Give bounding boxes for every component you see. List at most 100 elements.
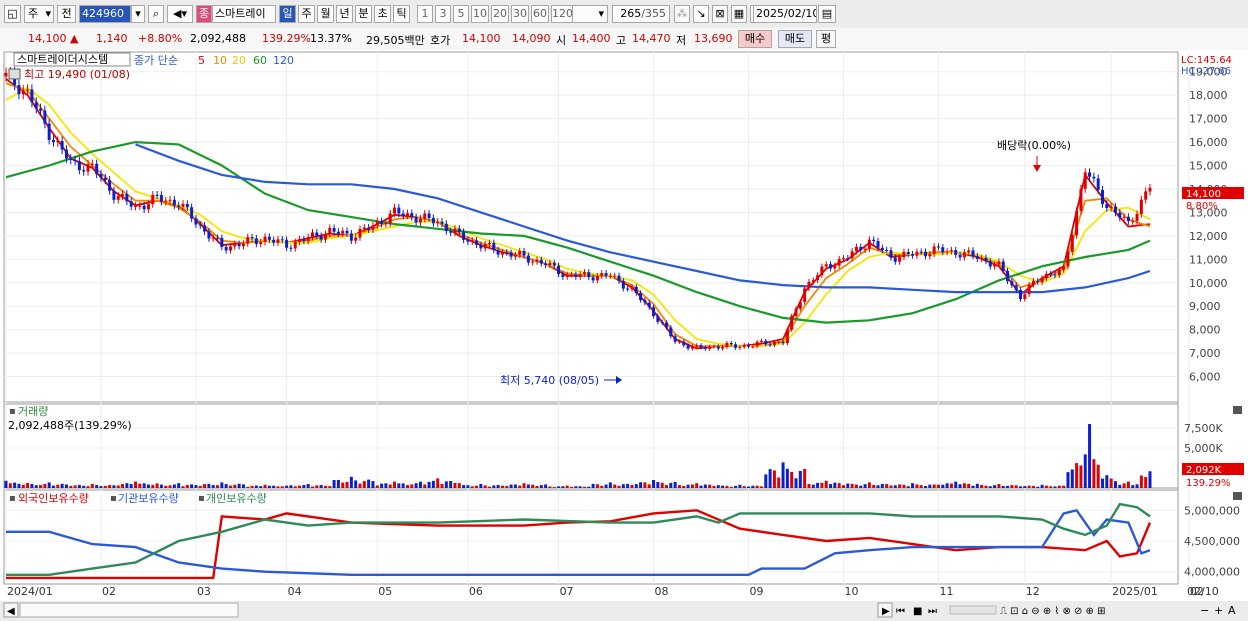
candle-body xyxy=(1131,220,1135,222)
volume-bar xyxy=(1148,471,1152,488)
zoom-icon[interactable]: ↘ xyxy=(693,5,709,23)
volume-bar xyxy=(984,485,988,488)
search-icon[interactable]: ⌕ xyxy=(148,5,164,23)
period-number-button-3[interactable]: 10 xyxy=(471,5,489,23)
candle-body xyxy=(246,237,250,244)
calendar-icon[interactable]: ▤ xyxy=(818,5,836,23)
candle-body xyxy=(362,227,366,230)
volume-bar xyxy=(73,485,77,488)
interval-button-6[interactable]: 틱 xyxy=(393,5,410,23)
volume-bar xyxy=(367,479,371,488)
volume-bar xyxy=(911,483,915,488)
volume-bar xyxy=(669,482,673,488)
volume-bar xyxy=(993,485,997,488)
candle-body xyxy=(889,250,893,258)
market-select[interactable]: 주 ▾ xyxy=(24,5,54,23)
buy-button[interactable]: 매수 xyxy=(738,30,772,48)
candle-body xyxy=(423,213,427,219)
volume-bar xyxy=(315,485,319,488)
volume-bar xyxy=(1135,484,1139,488)
candle-body xyxy=(375,221,379,226)
legend-individual: 개인보유수량 xyxy=(206,492,267,505)
speaker-icon[interactable]: ◀▾ xyxy=(167,5,193,23)
chart-area[interactable]: 19,00018,00017,00016,00015,00014,00013,0… xyxy=(0,50,1248,621)
candle-body xyxy=(876,241,880,248)
period-number-button-0[interactable]: 1 xyxy=(417,5,433,23)
time-axis-label: 03 xyxy=(197,585,211,598)
candle-body xyxy=(829,264,833,269)
volume-bar xyxy=(345,481,349,488)
candle-body xyxy=(587,272,591,278)
zoom-in-icon: + xyxy=(1214,604,1223,617)
volume-bar xyxy=(591,483,595,488)
candle-body xyxy=(755,341,759,347)
volume-bar xyxy=(479,484,483,488)
candle-body xyxy=(1014,285,1018,291)
candle-body xyxy=(919,251,923,253)
interval-button-2[interactable]: 월 xyxy=(317,5,334,23)
candle-body xyxy=(289,247,293,249)
candle-body xyxy=(483,244,487,249)
volume-bar xyxy=(1018,486,1022,488)
sell-button[interactable]: 매도 xyxy=(778,30,812,48)
scroll-lock-icon[interactable]: ⁂ xyxy=(674,5,690,23)
candle-body xyxy=(466,239,470,242)
volume-bar xyxy=(108,485,112,488)
volume-bar xyxy=(859,485,863,488)
volume-bar xyxy=(272,485,276,488)
interval-button-1[interactable]: 주 xyxy=(298,5,315,23)
candle-body xyxy=(552,262,556,266)
candle-body xyxy=(656,316,660,322)
stock-code-input[interactable]: 424960 xyxy=(79,5,131,23)
time-axis-label: 02 xyxy=(102,585,116,598)
period-number-button-7[interactable]: 120 xyxy=(551,5,573,23)
period-number-button-2[interactable]: 5 xyxy=(453,5,469,23)
period-number-button-6[interactable]: 60 xyxy=(531,5,549,23)
period-number-button-5[interactable]: 30 xyxy=(511,5,529,23)
volume-bar xyxy=(371,481,375,488)
candle-body xyxy=(1144,191,1148,200)
candle-body xyxy=(431,217,435,224)
candle-body xyxy=(660,321,664,323)
candle-body xyxy=(798,301,802,309)
ma-label: 종가 단순 xyxy=(134,54,178,67)
candle-body xyxy=(51,139,55,143)
chart-menu-icon[interactable]: ◱ xyxy=(4,5,21,23)
price-tick-label: 16,000 xyxy=(1189,136,1228,149)
interval-button-5[interactable]: 초 xyxy=(374,5,391,23)
candle-body xyxy=(224,247,228,251)
candle-body xyxy=(492,242,496,251)
volume-bar xyxy=(734,485,738,488)
volume-bar xyxy=(116,485,120,488)
period-prefix[interactable]: 전 xyxy=(57,5,76,23)
open-price: 14,400 xyxy=(572,32,611,45)
volume-bar xyxy=(785,468,789,488)
time-axis-label: 09 xyxy=(750,585,764,598)
last-page-icon: ⏭ xyxy=(928,606,937,617)
extra-dropdown[interactable]: ▾ xyxy=(572,5,608,23)
period-number-button-4[interactable]: 20 xyxy=(491,5,509,23)
print-icon[interactable]: ▦ xyxy=(731,5,747,23)
volume-bar xyxy=(837,483,841,488)
interval-button-4[interactable]: 분 xyxy=(355,5,372,23)
candle-body xyxy=(993,264,997,267)
candle-body xyxy=(837,258,841,266)
interval-button-0[interactable]: 일 xyxy=(279,5,296,23)
time-axis-label: 2025/01 xyxy=(1112,585,1158,598)
ma-10-label: 10 xyxy=(213,54,227,67)
volume-title: 거래량 xyxy=(18,405,48,418)
volume-bar xyxy=(1049,486,1053,488)
volume-bar xyxy=(17,483,21,488)
date-input[interactable]: 2025/02/10 xyxy=(753,5,817,23)
candle-body xyxy=(1040,278,1044,283)
volume-bar xyxy=(285,485,289,488)
crosshair-icon[interactable]: ⊠ xyxy=(712,5,728,23)
candle-body xyxy=(725,342,729,347)
code-dropdown-chevron-down-icon[interactable]: ▾ xyxy=(131,5,145,23)
volume-bar xyxy=(43,483,47,488)
volume-bar xyxy=(708,484,712,488)
volume-bar xyxy=(77,485,81,488)
period-number-button-1[interactable]: 3 xyxy=(435,5,451,23)
eval-button[interactable]: 평 xyxy=(816,30,836,48)
interval-button-3[interactable]: 년 xyxy=(336,5,353,23)
